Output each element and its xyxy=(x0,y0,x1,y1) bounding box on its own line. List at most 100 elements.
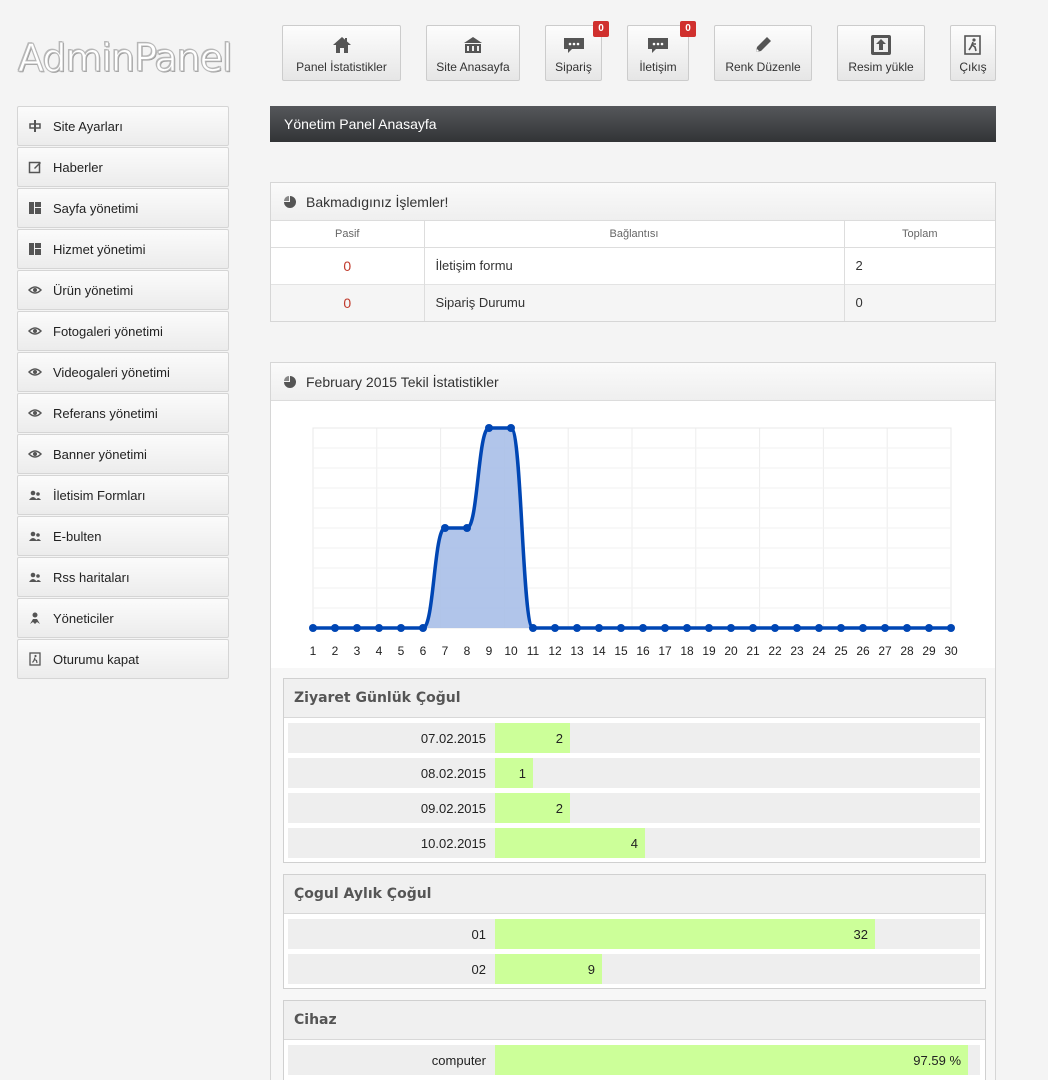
sidebar-item-photo-gallery[interactable]: Fotogaleri yönetimi xyxy=(17,311,229,351)
sidebar-item-pages[interactable]: Sayfa yönetimi xyxy=(17,188,229,228)
order-count-badge: 0 xyxy=(593,21,609,37)
total-cell: 0 xyxy=(844,283,995,321)
sidebar-item-logout[interactable]: Oturumu kapat xyxy=(17,639,229,679)
stat-row: 10.02.2015 4 xyxy=(288,828,980,858)
sidebar-item-site-settings[interactable]: Site Ayarları xyxy=(17,106,229,146)
x-tick-label: 26 xyxy=(856,644,870,658)
stat-bar: 1 xyxy=(495,758,533,788)
site-home-button[interactable]: Site Anasayfa xyxy=(426,25,520,81)
device-box: Cihaz computer 97.59 % xyxy=(283,1000,986,1080)
data-point xyxy=(683,624,691,632)
pending-panel: Bakmadıgınız İşlemler! Pasif Bağlantısı … xyxy=(270,182,996,322)
x-tick-label: 8 xyxy=(464,644,471,658)
order-label: Sipariş xyxy=(555,60,592,74)
data-point xyxy=(507,424,515,432)
table-row[interactable]: 0 İletişim formu 2 xyxy=(271,246,995,284)
x-tick-label: 13 xyxy=(570,644,584,658)
sidebar-item-contact-forms[interactable]: İletisim Formları xyxy=(17,475,229,515)
sidebar-item-news[interactable]: Haberler xyxy=(17,147,229,187)
x-tick-label: 22 xyxy=(768,644,782,658)
stat-row: 07.02.2015 2 xyxy=(288,723,980,753)
sidebar-item-admins[interactable]: Yöneticiler xyxy=(17,598,229,638)
data-point xyxy=(529,624,537,632)
data-point xyxy=(463,524,471,532)
stat-row: 09.02.2015 2 xyxy=(288,793,980,823)
contact-button[interactable]: İletişim 0 xyxy=(627,21,696,81)
layout-icon xyxy=(29,243,41,255)
image-upload-button[interactable]: Resim yükle xyxy=(837,25,925,81)
data-point xyxy=(947,624,955,632)
stat-label: 07.02.2015 xyxy=(420,731,486,746)
pasif-count: 0 xyxy=(271,283,425,321)
link-cell[interactable]: İletişim formu xyxy=(424,246,845,284)
logout-button[interactable]: Çıkış xyxy=(950,25,996,81)
pending-panel-header: Bakmadıgınız İşlemler! xyxy=(271,183,995,221)
data-point xyxy=(397,624,405,632)
panel-stats-button[interactable]: Panel İstatistikler xyxy=(282,25,401,81)
x-tick-label: 6 xyxy=(420,644,427,658)
sidebar-item-label: Hizmet yönetimi xyxy=(53,241,146,257)
x-tick-label: 18 xyxy=(680,644,694,658)
link-cell[interactable]: Sipariş Durumu xyxy=(424,283,845,321)
x-tick-label: 10 xyxy=(504,644,518,658)
pencil-icon xyxy=(756,37,771,52)
sidebar-item-label: Banner yönetimi xyxy=(53,446,147,462)
exit-icon xyxy=(964,35,981,55)
stat-bar: 2 xyxy=(495,723,570,753)
x-tick-label: 11 xyxy=(527,644,540,658)
data-point xyxy=(551,624,559,632)
pie-chart-icon xyxy=(284,375,296,388)
building-icon xyxy=(464,37,482,53)
logo: AdminPanel xyxy=(18,36,234,81)
order-button[interactable]: Sipariş 0 xyxy=(545,21,609,81)
sidebar-item-label: Site Ayarları xyxy=(53,118,123,134)
upload-icon xyxy=(871,35,891,55)
data-point xyxy=(705,624,713,632)
image-upload-label: Resim yükle xyxy=(848,60,914,74)
x-tick-label: 4 xyxy=(376,644,383,658)
sidebar-item-label: Videogaleri yönetimi xyxy=(53,364,170,380)
stat-label: 10.02.2015 xyxy=(420,836,486,851)
sidebar-item-references[interactable]: Referans yönetimi xyxy=(17,393,229,433)
comment-icon xyxy=(648,38,668,53)
column-header: Bağlantısı xyxy=(424,221,845,248)
device-title: Cihaz xyxy=(284,1001,985,1040)
stat-bar: 97.59 % xyxy=(495,1045,968,1075)
contact-label: İletişim xyxy=(639,60,677,74)
eye-icon xyxy=(28,409,42,417)
pending-panel-title: Bakmadıgınız İşlemler! xyxy=(306,193,449,210)
sidebar-item-label: E-bulten xyxy=(53,528,102,544)
column-header: Pasif xyxy=(271,221,425,248)
stats-panel-header: February 2015 Tekil İstatistikler xyxy=(271,363,995,401)
x-tick-label: 5 xyxy=(398,644,405,658)
sidebar-item-label: İletisim Formları xyxy=(53,487,146,503)
stat-bar: 32 xyxy=(495,919,875,949)
table-row[interactable]: 0 Sipariş Durumu 0 xyxy=(271,283,995,321)
pie-chart-icon xyxy=(284,195,296,208)
sidebar-item-label: Oturumu kapat xyxy=(53,651,139,667)
contact-count-badge: 0 xyxy=(680,21,696,37)
sidebar-item-newsletter[interactable]: E-bulten xyxy=(17,516,229,556)
sidebar-item-products[interactable]: Ürün yönetimi xyxy=(17,270,229,310)
panel-stats-label: Panel İstatistikler xyxy=(296,60,387,74)
eye-icon xyxy=(28,450,42,458)
site-home-label: Site Anasayfa xyxy=(436,60,510,74)
sidebar-item-rss-maps[interactable]: Rss haritaları xyxy=(17,557,229,597)
sidebar-item-video-gallery[interactable]: Videogaleri yönetimi xyxy=(17,352,229,392)
data-point xyxy=(639,624,647,632)
sidebar-item-services[interactable]: Hizmet yönetimi xyxy=(17,229,229,269)
exit-icon xyxy=(29,652,41,666)
daily-visits-box: Ziyaret Günlük Çoğul 07.02.2015 2 08.02.… xyxy=(283,678,986,863)
total-cell: 2 xyxy=(844,246,995,284)
sidebar-item-label: Fotogaleri yönetimi xyxy=(53,323,163,339)
color-edit-label: Renk Düzenle xyxy=(725,60,801,74)
pasif-count: 0 xyxy=(271,246,425,284)
daily-visits-title: Ziyaret Günlük Çoğul xyxy=(284,679,985,718)
data-point xyxy=(441,524,449,532)
color-edit-button[interactable]: Renk Düzenle xyxy=(714,25,812,81)
x-tick-label: 14 xyxy=(592,644,606,658)
stat-bar: 2 xyxy=(495,793,570,823)
sidebar-item-banners[interactable]: Banner yönetimi xyxy=(17,434,229,474)
x-tick-label: 28 xyxy=(900,644,914,658)
data-point xyxy=(881,624,889,632)
